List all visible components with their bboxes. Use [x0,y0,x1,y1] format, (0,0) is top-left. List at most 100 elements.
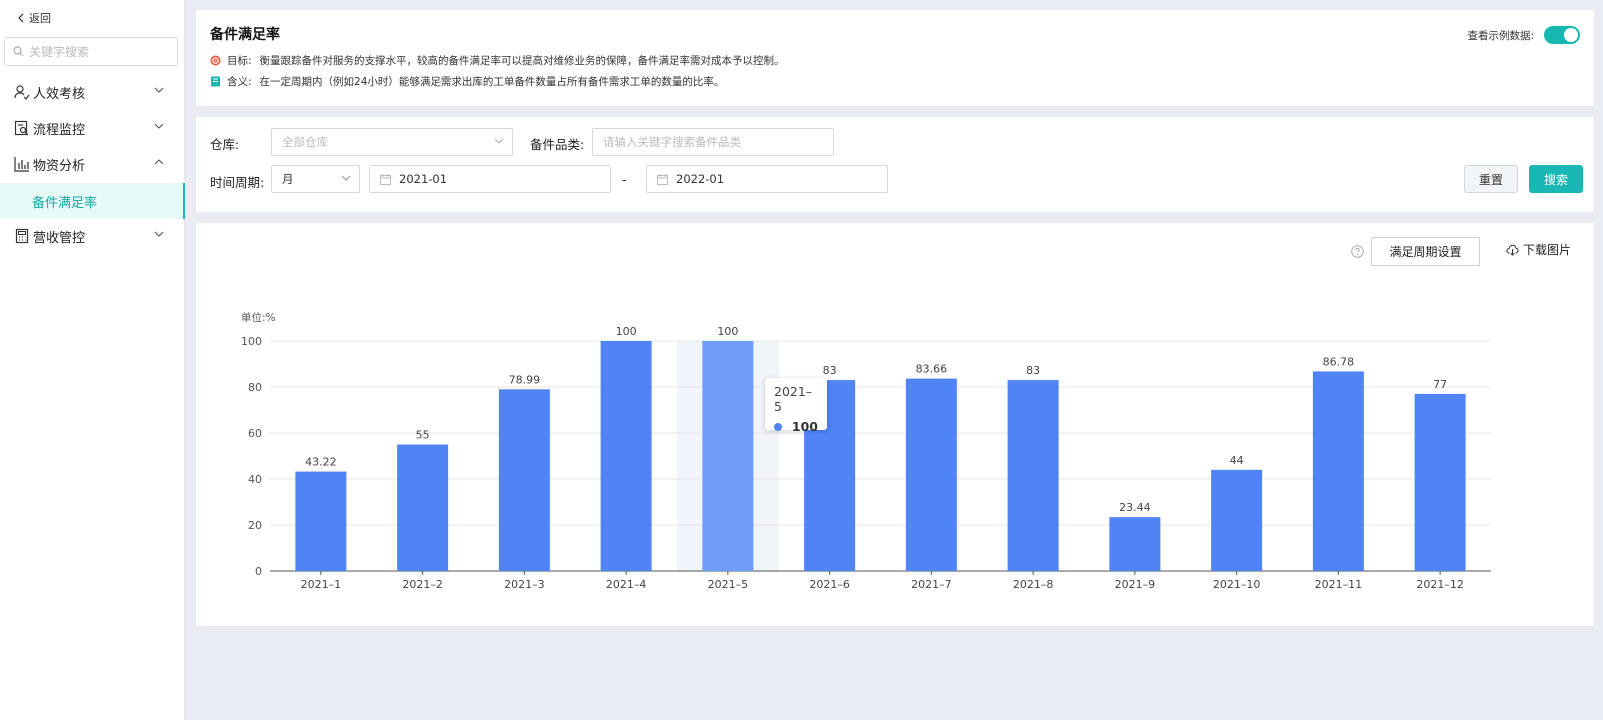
bar-value-label: 83.66 [916,363,948,376]
sidebar-item-revenue-control[interactable]: 营收管控 [0,218,184,254]
sidebar-item-label: 营收管控 [33,230,86,246]
meaning-line: 含义: 在一定周期内（例如24小时）能够满足需求出库的工单备件数量占所有备件需求… [210,74,724,89]
chevron-down-icon [154,87,164,93]
date-end-value: 2022-01 [676,172,725,186]
bar [1007,380,1059,571]
x-tick-label: 2021–1 [301,578,342,591]
sidebar: 返回 人效考核 流程监控 物资分析 备件满足率 营收管控 [0,0,185,720]
bar [600,341,652,571]
page-title: 备件满足率 [210,27,280,43]
bar-value-label: 23.44 [1119,501,1151,514]
bar [1414,393,1466,571]
y-tick-label: 60 [248,427,262,440]
y-tick-label: 80 [248,381,262,394]
bar [397,444,449,571]
reset-button[interactable]: 重置 [1464,165,1518,193]
filter-card: 仓库: 全部仓库 备件品类: 请输入关键字搜索备件品类 时间周期: 月 2021… [196,117,1594,212]
date-end-picker[interactable]: 2022-01 [646,165,888,193]
bar-value-label: 43.22 [305,456,337,469]
goal-label: 目标: [227,55,252,67]
calendar-icon [657,173,668,185]
chevron-down-icon [341,175,351,181]
x-tick-label: 2021–6 [809,578,850,591]
chevron-down-icon [154,123,164,129]
sidebar-item-label: 物资分析 [33,158,86,174]
x-tick-label: 2021–11 [1315,578,1363,591]
bar [1109,517,1161,571]
tooltip-title: 2021–5 [774,384,813,414]
sidebar-item-label: 流程监控 [33,122,86,138]
calculator-icon [14,228,30,244]
x-tick-label: 2021–2 [402,578,443,591]
sidebar-subitem-spare-parts-fill-rate[interactable]: 备件满足率 [0,183,185,219]
x-tick-label: 2021–3 [504,578,545,591]
chevron-down-icon [494,138,504,144]
chevron-down-icon [154,231,164,237]
bar-value-label: 55 [416,429,430,442]
date-start-value: 2021-01 [399,172,448,186]
warehouse-placeholder: 全部仓库 [282,135,328,149]
y-tick-label: 100 [241,335,262,348]
bar [702,341,754,571]
date-separator: - [622,172,627,187]
search-icon [13,46,24,57]
category-input[interactable]: 请输入关键字搜索备件品类 [592,128,834,156]
meaning-text: 在一定周期内（例如24小时）能够满足需求出库的工单备件数量占所有备件需求工单的数… [259,76,725,88]
y-tick-label: 40 [248,473,262,486]
y-tick-label: 0 [255,565,262,578]
date-start-picker[interactable]: 2021-01 [369,165,611,193]
report-search-icon [14,120,30,136]
sidebar-subitem-label: 备件满足率 [32,195,98,211]
tooltip-value: 100 [791,419,818,434]
bar-value-label: 86.78 [1323,355,1355,368]
category-placeholder: 请输入关键字搜索备件品类 [603,135,741,149]
bar-value-label: 77 [1433,378,1447,391]
x-tick-label: 2021–10 [1213,578,1261,591]
bar-chart: 0 20 40 60 80 100 43.22 2021–1 55 2021–2 78.99 2021… [241,325,1491,591]
sample-data-toggle-group: 查看示例数据: [1467,26,1580,44]
back-link[interactable]: 返回 [17,10,51,26]
bar-value-label: 44 [1230,454,1244,467]
info-card: 备件满足率 目标: 衡量跟踪备件对服务的支撑水平，较高的备件满足率可以提高对维修… [196,10,1594,106]
category-label: 备件品类: [530,137,585,152]
sample-data-toggle-label: 查看示例数据: [1467,29,1534,42]
chart-tooltip: 2021–5 100 [765,378,827,434]
search-button[interactable]: 搜索 [1529,165,1583,193]
sidebar-item-process-monitor[interactable]: 流程监控 [0,110,184,146]
sidebar-search-input[interactable] [29,44,169,59]
x-tick-label: 2021–7 [911,578,952,591]
people-check-icon [14,84,30,100]
warehouse-select[interactable]: 全部仓库 [271,128,513,156]
x-tick-label: 2021–4 [606,578,647,591]
sidebar-item-label: 人效考核 [33,86,86,102]
chevron-left-icon [18,13,24,23]
sidebar-item-material-analysis[interactable]: 物资分析 [0,146,184,182]
tooltip-row: 100 [774,419,818,434]
goal-line: 目标: 衡量跟踪备件对服务的支撑水平，较高的备件满足率可以提高对维修业务的保障，… [210,53,785,68]
bar [295,471,347,571]
meaning-label: 含义: [227,76,252,88]
x-tick-label: 2021–12 [1416,578,1464,591]
back-label: 返回 [29,12,51,25]
period-select[interactable]: 月 [271,165,360,193]
sidebar-item-hr-performance[interactable]: 人效考核 [0,74,184,110]
goal-text: 衡量跟踪备件对服务的支撑水平，较高的备件满足率可以提高对维修业务的保障，备件满足… [259,55,785,67]
book-icon [210,76,221,87]
bar [1312,371,1364,571]
bar-value-label: 78.99 [509,373,541,386]
bar [498,389,550,571]
chevron-up-icon [154,159,164,165]
period-label: 时间周期: [210,175,265,190]
period-value: 月 [282,172,294,186]
chart-card: 满足周期设置 下载图片 单位:% 0 20 40 60 80 100 43.22 2021–1… [196,223,1594,626]
bar [905,378,957,571]
bar-value-label: 100 [717,325,738,338]
bar-chart-icon [14,156,30,172]
target-icon [210,55,221,66]
x-tick-label: 2021–9 [1115,578,1156,591]
y-tick-label: 20 [248,519,262,532]
sidebar-search[interactable] [4,37,178,66]
bar-value-label: 100 [616,325,637,338]
bar [1211,469,1263,571]
sample-data-toggle[interactable] [1544,26,1580,44]
